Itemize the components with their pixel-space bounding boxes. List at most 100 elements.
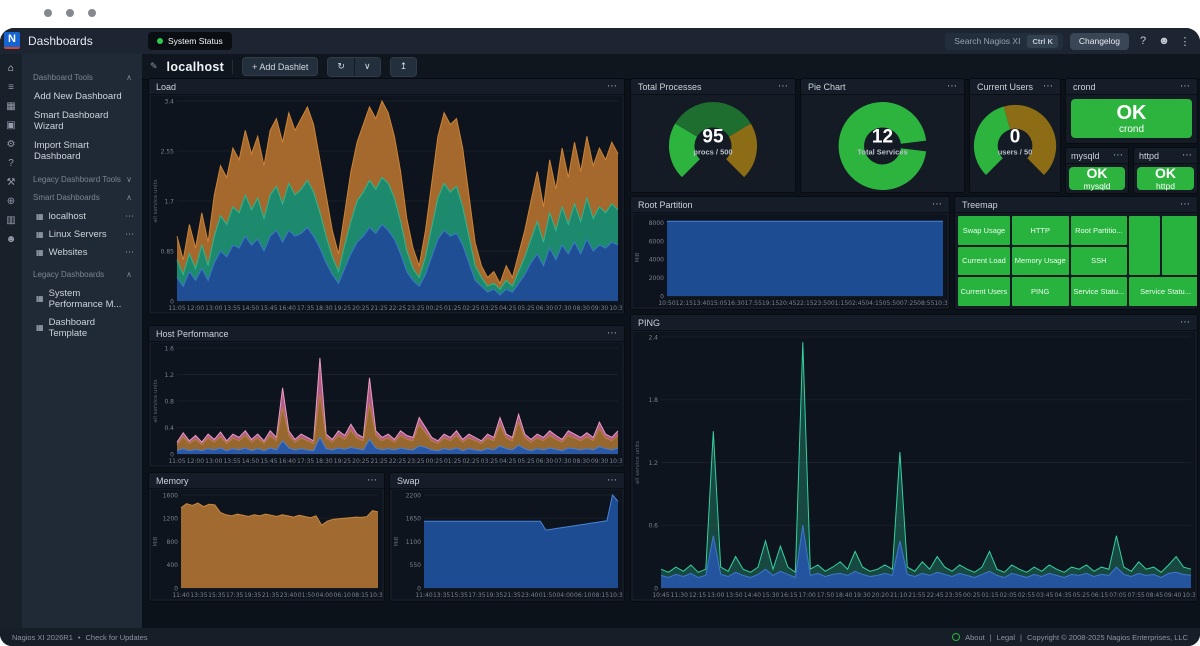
dashlet-menu-icon[interactable]: ⋯ — [1182, 151, 1192, 161]
treemap-cell-ping[interactable]: PING — [1012, 277, 1069, 306]
treemap-cell-ssh[interactable]: SSH — [1071, 247, 1128, 276]
treemap-cell-swap-usage[interactable]: Swap Usage — [958, 216, 1010, 245]
add-dashlet-button[interactable]: + Add Dashlet — [242, 57, 318, 76]
dashboards-icon[interactable]: ▦ — [6, 101, 15, 112]
nagios-logo[interactable]: N — [4, 32, 20, 49]
legal-link[interactable]: Legal — [997, 633, 1015, 642]
tools-icon[interactable]: ⚒ — [7, 177, 16, 188]
svg-text:15:05: 15:05 — [710, 300, 727, 307]
dashlet-menu-icon[interactable]: ⋯ — [1043, 82, 1053, 92]
window-controls[interactable] — [44, 9, 96, 17]
item-menu-icon[interactable]: ⋯ — [125, 211, 134, 222]
system-status-button[interactable]: System Status — [148, 32, 232, 50]
dashlet-header[interactable]: Load ⋯ — [149, 79, 624, 95]
status-name: crond — [1119, 124, 1144, 135]
dashboard-icon: ▦ — [36, 294, 44, 303]
treemap-cell-http[interactable]: HTTP — [1012, 216, 1069, 245]
web-icon[interactable]: ⊕ — [7, 196, 15, 207]
section-legacy-dashboards[interactable]: Legacy Dashboards ∧ — [22, 270, 142, 279]
mysqld-status-box[interactable]: OK mysqld — [1069, 167, 1125, 190]
dashlet-header[interactable]: Treemap ⋯ — [955, 197, 1197, 213]
treemap-cell[interactable] — [1129, 216, 1160, 275]
window-dot[interactable] — [44, 9, 52, 17]
treemap-cell-service-status[interactable]: Service Statu... — [1129, 277, 1198, 306]
dashlet-header[interactable]: Host Performance ⋯ — [149, 326, 624, 342]
dashlet-menu-icon[interactable]: ⋯ — [607, 476, 617, 486]
svg-text:19:30: 19:30 — [853, 592, 870, 599]
crond-status-box[interactable]: OK crond — [1071, 99, 1192, 138]
refresh-caret-icon[interactable]: ∨ — [354, 58, 380, 76]
help-icon[interactable]: ? — [1136, 35, 1150, 47]
treemap-cell-memory-usage[interactable]: Memory Usage — [1012, 247, 1069, 276]
dashlet-header[interactable]: crond ⋯ — [1066, 79, 1197, 95]
sidebar-item-linux-servers[interactable]: ▦ Linux Servers ⋯ — [22, 225, 142, 243]
edit-icon[interactable]: ✎ — [150, 61, 158, 72]
dashlet-menu-icon[interactable]: ⋯ — [367, 476, 377, 486]
graphs-icon[interactable]: ▣ — [6, 120, 15, 131]
check-updates-link[interactable]: Check for Updates — [86, 633, 148, 642]
svg-text:17:50: 17:50 — [817, 592, 834, 599]
home-icon[interactable]: ⌂ — [8, 63, 14, 74]
views-icon[interactable]: ≡ — [8, 82, 14, 93]
svg-text:19:35: 19:35 — [244, 592, 261, 599]
kebab-menu-icon[interactable]: ⋮ — [1178, 35, 1192, 48]
sidebar-item-add-new-dashboard[interactable]: Add New Dashboard — [22, 87, 142, 106]
dashlet-menu-icon[interactable]: ⋯ — [1180, 318, 1190, 328]
sidebar-item-import-smart-dashboard[interactable]: Import Smart Dashboard — [22, 136, 142, 166]
item-menu-icon[interactable]: ⋯ — [125, 247, 134, 258]
changelog-button[interactable]: Changelog — [1070, 33, 1129, 50]
dashlet-header[interactable]: Current Users ⋯ — [970, 79, 1060, 95]
treemap-cell[interactable] — [1162, 216, 1198, 275]
svg-text:21:35: 21:35 — [504, 592, 521, 599]
dashlet-header[interactable]: Root Partition ⋯ — [631, 197, 949, 213]
section-legacy-dashboard-tools[interactable]: Legacy Dashboard Tools ∨ — [22, 175, 142, 184]
dashlet-header[interactable]: Memory ⋯ — [149, 473, 384, 489]
svg-text:05:50: 05:50 — [883, 300, 900, 307]
dashlet-menu-icon[interactable]: ⋯ — [932, 200, 942, 210]
dashlet-menu-icon[interactable]: ⋯ — [778, 82, 788, 92]
dashboard-icon: ▦ — [36, 230, 44, 239]
svg-text:04:15: 04:15 — [865, 300, 882, 307]
section-smart-dashboards[interactable]: Smart Dashboards ∧ — [22, 193, 142, 202]
sidebar-item-dashboard-template[interactable]: ▦ Dashboard Template — [22, 313, 142, 342]
svg-text:all service units: all service units — [153, 379, 159, 422]
dashlet-header[interactable]: Total Processes ⋯ — [631, 79, 795, 95]
dashlet-title: Host Performance — [156, 329, 229, 339]
settings-icon[interactable]: ⚙ — [7, 139, 16, 150]
export-button[interactable]: ↥ — [390, 57, 418, 77]
dashlet-header[interactable]: Swap ⋯ — [390, 473, 624, 489]
svg-text:20:25: 20:25 — [352, 458, 369, 465]
account-icon[interactable]: ☻ — [6, 234, 17, 245]
treemap-cell-current-load[interactable]: Current Load — [958, 247, 1010, 276]
dashlet-header[interactable]: httpd ⋯ — [1134, 148, 1197, 164]
httpd-status-box[interactable]: OK httpd — [1137, 167, 1194, 190]
search-input[interactable]: Search Nagios XI Ctrl K — [945, 33, 1063, 50]
help-icon[interactable]: ? — [8, 158, 14, 169]
treemap-cell-service-status[interactable]: Service Statu... — [1071, 277, 1128, 306]
item-menu-icon[interactable]: ⋯ — [125, 229, 134, 240]
dashlet-header[interactable]: Pie Chart ⋯ — [801, 79, 964, 95]
sidebar-item-localhost[interactable]: ▦ localhost ⋯ — [22, 207, 142, 225]
window-dot[interactable] — [88, 9, 96, 17]
sidebar-item-websites[interactable]: ▦ Websites ⋯ — [22, 243, 142, 261]
dashlet-menu-icon[interactable]: ⋯ — [1180, 82, 1190, 92]
sidebar-item-smart-dashboard-wizard[interactable]: Smart Dashboard Wizard — [22, 106, 142, 136]
dashlet-title: PING — [638, 318, 660, 328]
dashlet-menu-icon[interactable]: ⋯ — [947, 82, 957, 92]
dashlet-header[interactable]: mysqld ⋯ — [1066, 148, 1128, 164]
user-icon[interactable]: ☻ — [1157, 35, 1171, 47]
about-link[interactable]: About — [965, 633, 985, 642]
dashlet-menu-icon[interactable]: ⋯ — [1180, 200, 1190, 210]
reports-icon[interactable]: ▥ — [6, 215, 15, 226]
section-dashboard-tools[interactable]: Dashboard Tools ∧ — [22, 73, 142, 82]
dashlet-menu-icon[interactable]: ⋯ — [607, 82, 617, 92]
treemap-cell-root-partition[interactable]: Root Partitio... — [1071, 216, 1128, 245]
dashlet-menu-icon[interactable]: ⋯ — [607, 329, 617, 339]
svg-text:06:30: 06:30 — [536, 458, 553, 465]
refresh-button[interactable]: ↻ — [328, 58, 354, 76]
dashlet-menu-icon[interactable]: ⋯ — [1113, 151, 1123, 161]
treemap-cell-current-users[interactable]: Current Users — [958, 277, 1010, 306]
sidebar-item-system-performance[interactable]: ▦ System Performance M... — [22, 284, 142, 313]
dashlet-header[interactable]: PING ⋯ — [631, 315, 1197, 331]
window-dot[interactable] — [66, 9, 74, 17]
